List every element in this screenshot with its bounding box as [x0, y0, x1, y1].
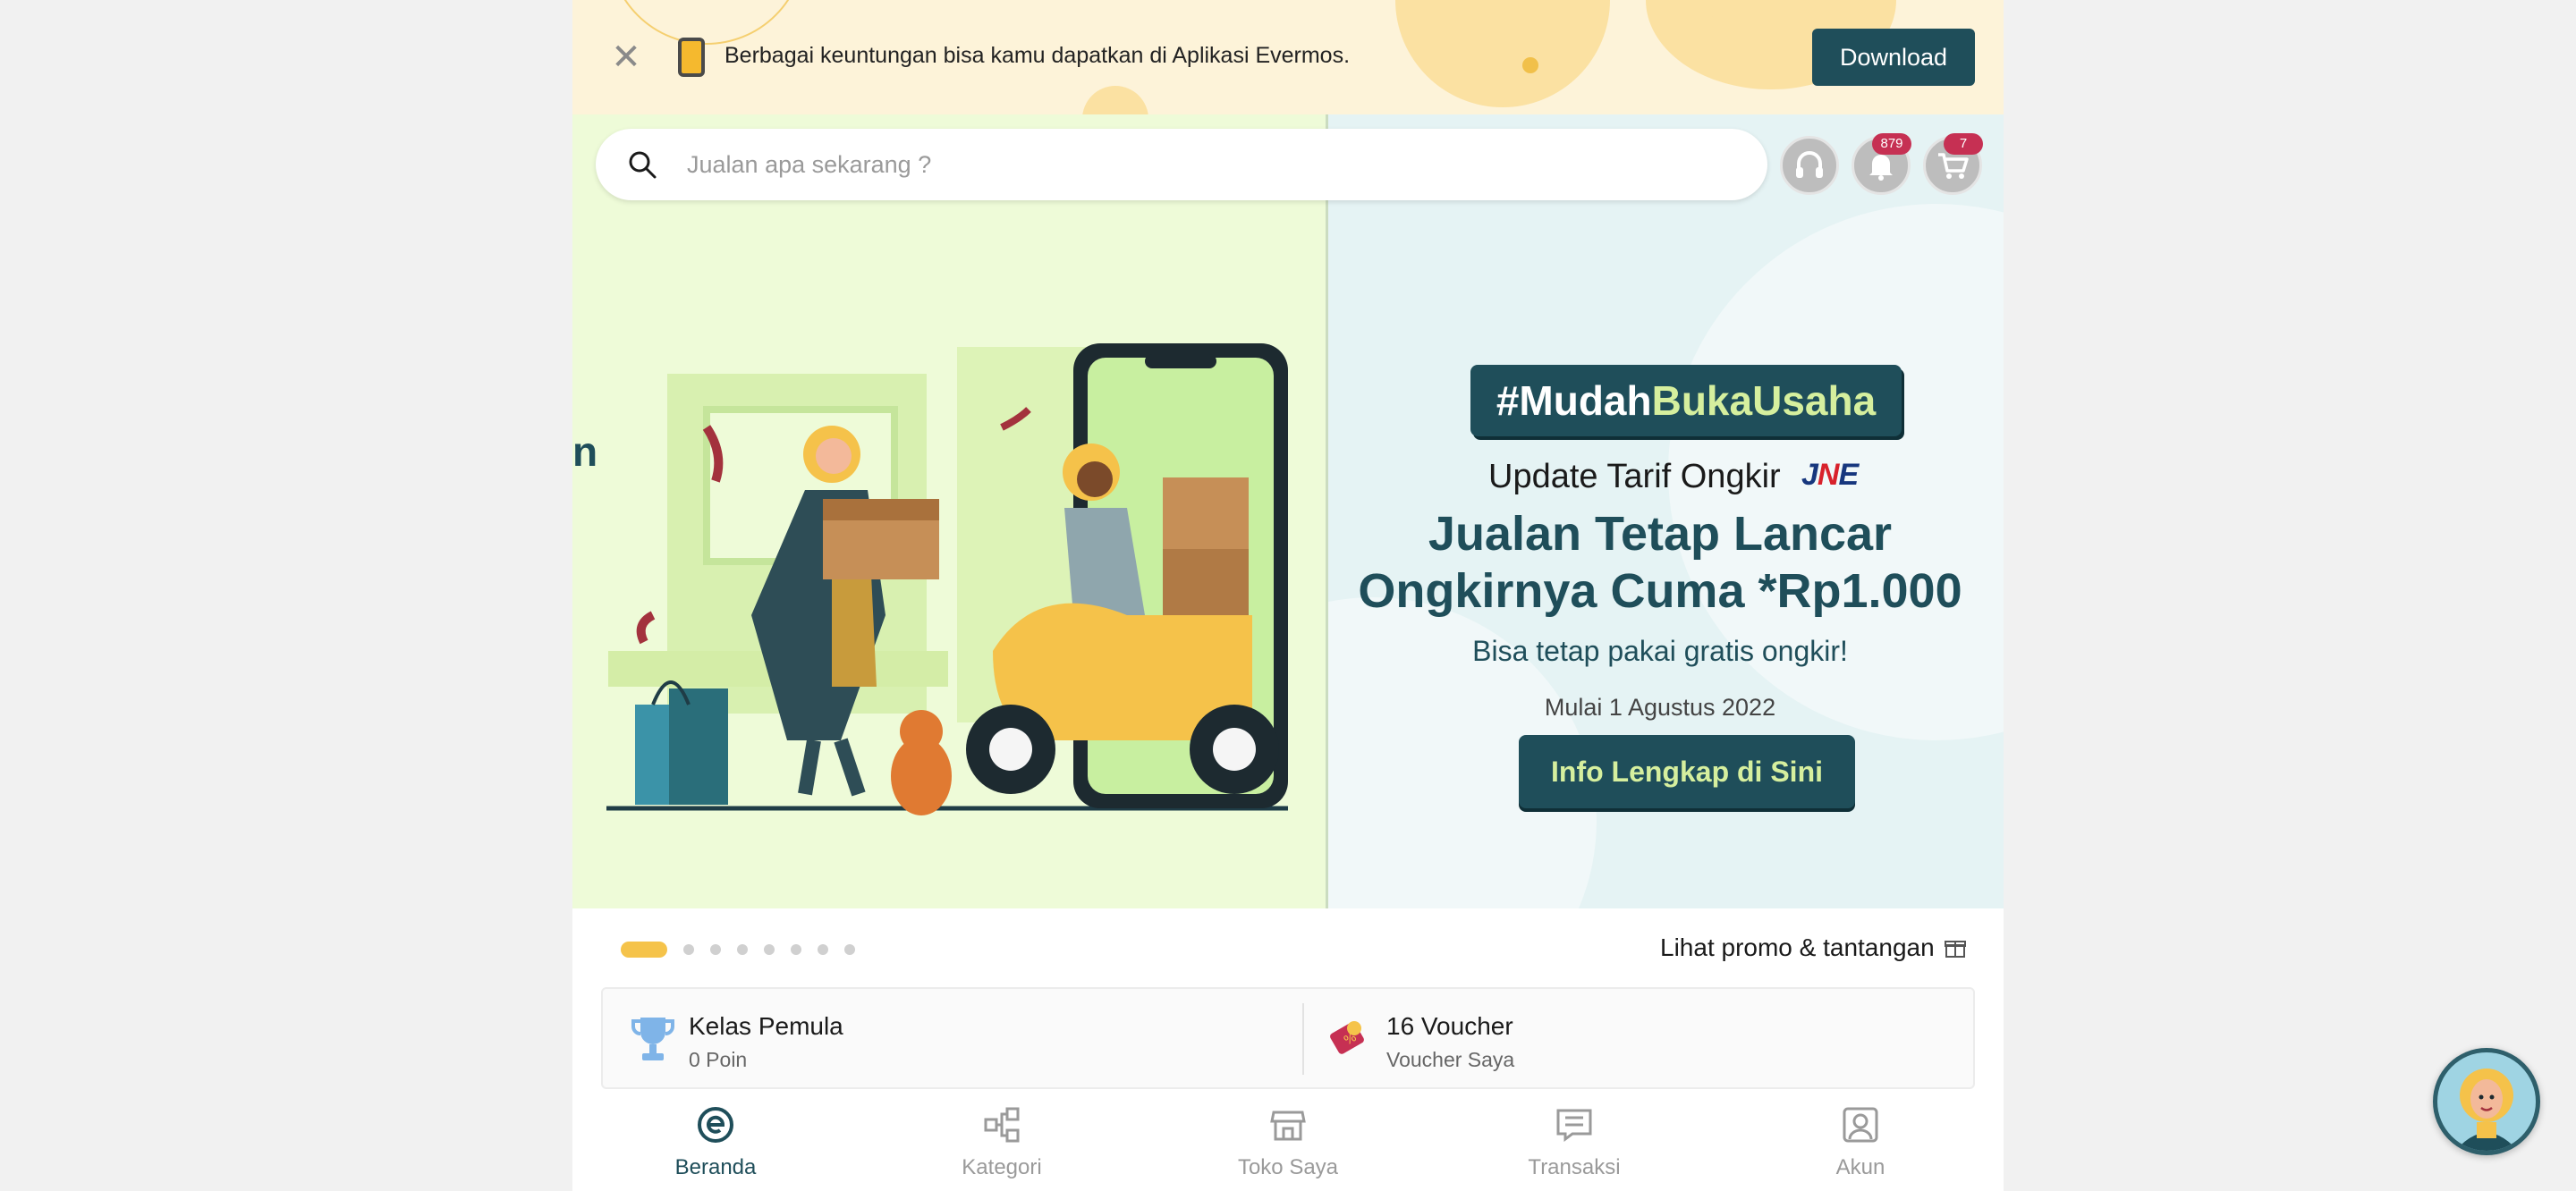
hero-subtitle: Bisa tetap pakai gratis ongkir! — [1472, 635, 1848, 667]
app-container: ✕ Berbagai keuntungan bisa kamu dapatkan… — [572, 0, 2004, 1191]
notification-badge: 879 — [1872, 133, 1911, 155]
hashtag-part2: BukaUsaha — [1651, 377, 1877, 424]
voucher-icon: % — [1330, 1021, 1364, 1054]
nav-item-kategori[interactable]: Kategori — [859, 1093, 1145, 1191]
search-input[interactable] — [687, 145, 1742, 184]
nav-label: Transaksi — [1528, 1155, 1621, 1179]
carousel-indicator — [621, 941, 855, 959]
hashtag-part1: #Mudah — [1496, 377, 1652, 424]
bottom-navigation: Beranda Kategori Toko Saya Transaksi Aku… — [572, 1093, 2004, 1191]
nav-label: Kategori — [962, 1155, 1042, 1179]
banner-decoration — [1690, 13, 1716, 38]
banner-decoration — [1082, 86, 1148, 114]
notification-button[interactable]: 879 — [1852, 133, 1911, 195]
nav-label: Akun — [1835, 1155, 1885, 1179]
level-points: 0 Poin — [689, 1048, 748, 1071]
cart-button[interactable]: 7 — [1923, 133, 1983, 195]
evermos-home-icon — [698, 1107, 733, 1143]
gift-icon — [1944, 941, 1966, 958]
support-button[interactable] — [1780, 136, 1839, 195]
info-lengkap-button[interactable]: Info Lengkap di Sini — [1519, 735, 1855, 808]
cart-badge: 7 — [1944, 133, 1983, 155]
carousel-dot[interactable] — [844, 944, 855, 955]
banner-decoration — [1522, 57, 1538, 73]
download-banner: ✕ Berbagai keuntungan bisa kamu dapatkan… — [572, 0, 2004, 114]
membership-card: Kelas Pemula 0 Poin % 16 Voucher Voucher… — [601, 987, 1975, 1089]
nav-label: Beranda — [674, 1155, 757, 1179]
trophy-icon — [631, 1018, 674, 1060]
carousel-dot[interactable] — [683, 944, 694, 955]
previous-slide-edge-text: n — [572, 428, 598, 475]
headline-line2: Ongkirnya Cuma *Rp1.000 — [1358, 564, 1962, 618]
headset-icon — [1796, 151, 1823, 178]
nav-item-akun[interactable]: Akun — [1717, 1093, 2004, 1191]
voucher-subtitle: Voucher Saya — [1386, 1048, 1515, 1071]
assistant-button[interactable] — [2433, 1048, 2540, 1155]
banner-text: Berbagai keuntungan bisa kamu dapatkan d… — [724, 43, 1351, 68]
headline-line1: Jualan Tetap Lancar — [1428, 507, 1893, 561]
search-bar[interactable] — [596, 129, 1767, 200]
assistant-avatar-icon — [2437, 1052, 2536, 1151]
delivery-illustration — [606, 343, 1288, 815]
nav-item-beranda[interactable]: Beranda — [572, 1093, 859, 1191]
hero-date: Mulai 1 Agustus 2022 — [1544, 694, 1776, 721]
nav-label: Toko Saya — [1237, 1155, 1339, 1179]
carousel-dot[interactable] — [818, 944, 828, 955]
close-icon[interactable]: ✕ — [608, 39, 644, 75]
transaction-icon — [1556, 1109, 1592, 1142]
carousel-dot[interactable] — [710, 944, 721, 955]
carousel-dot[interactable] — [621, 942, 667, 958]
update-text: Update Tarif Ongkir — [1488, 458, 1781, 495]
card-divider — [1302, 1003, 1304, 1075]
category-icon — [984, 1107, 1020, 1143]
nav-item-transaksi[interactable]: Transaksi — [1431, 1093, 1717, 1191]
promo-link-label: Lihat promo & tantangan — [1660, 933, 1935, 961]
phone-icon — [678, 38, 705, 77]
search-icon — [629, 151, 657, 179]
download-button[interactable]: Download — [1812, 29, 1975, 86]
voucher-title[interactable]: 16 Voucher — [1386, 1012, 1513, 1041]
carousel-dot[interactable] — [764, 944, 775, 955]
account-icon — [1843, 1107, 1878, 1143]
hashtag-badge: #Mudah BukaUsaha — [1470, 365, 1902, 436]
carousel-dot[interactable] — [791, 944, 801, 955]
carousel-dot[interactable] — [737, 944, 748, 955]
promo-link[interactable]: Lihat promo & tantangan — [1660, 933, 1967, 962]
hero-illustration: n — [572, 114, 1326, 908]
jne-logo: JNE — [1801, 458, 1859, 492]
store-icon — [1270, 1111, 1306, 1141]
banner-decoration — [1395, 0, 1610, 107]
level-title[interactable]: Kelas Pemula — [689, 1012, 843, 1041]
nav-item-toko-saya[interactable]: Toko Saya — [1145, 1093, 1431, 1191]
